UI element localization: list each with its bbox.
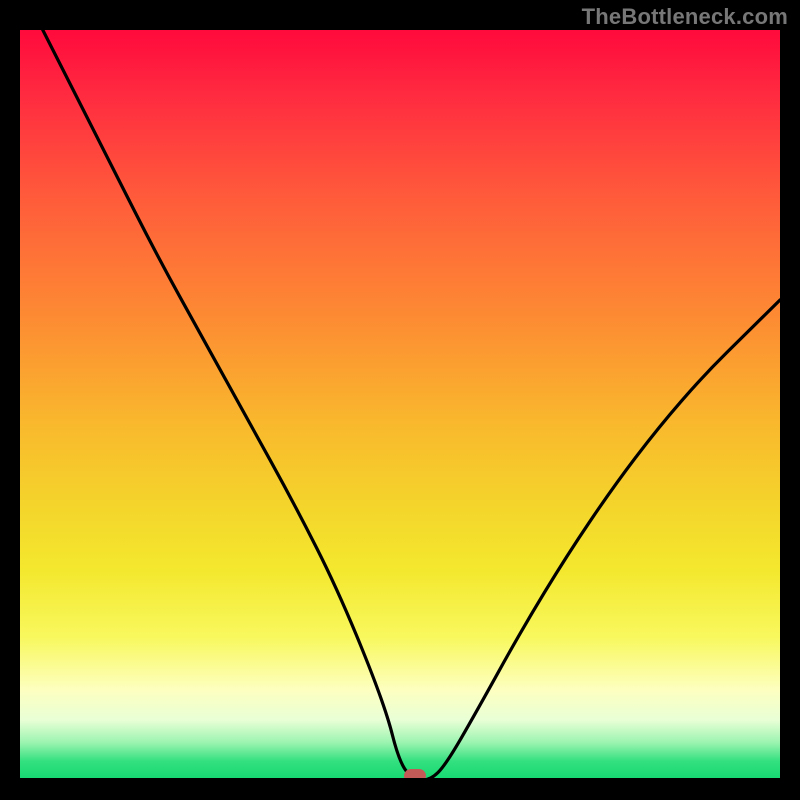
watermark-text: TheBottleneck.com xyxy=(582,4,788,30)
bottleneck-curve xyxy=(20,30,780,780)
plot-area xyxy=(20,30,780,780)
chart-frame: TheBottleneck.com xyxy=(0,0,800,800)
x-axis-baseline xyxy=(20,778,780,780)
